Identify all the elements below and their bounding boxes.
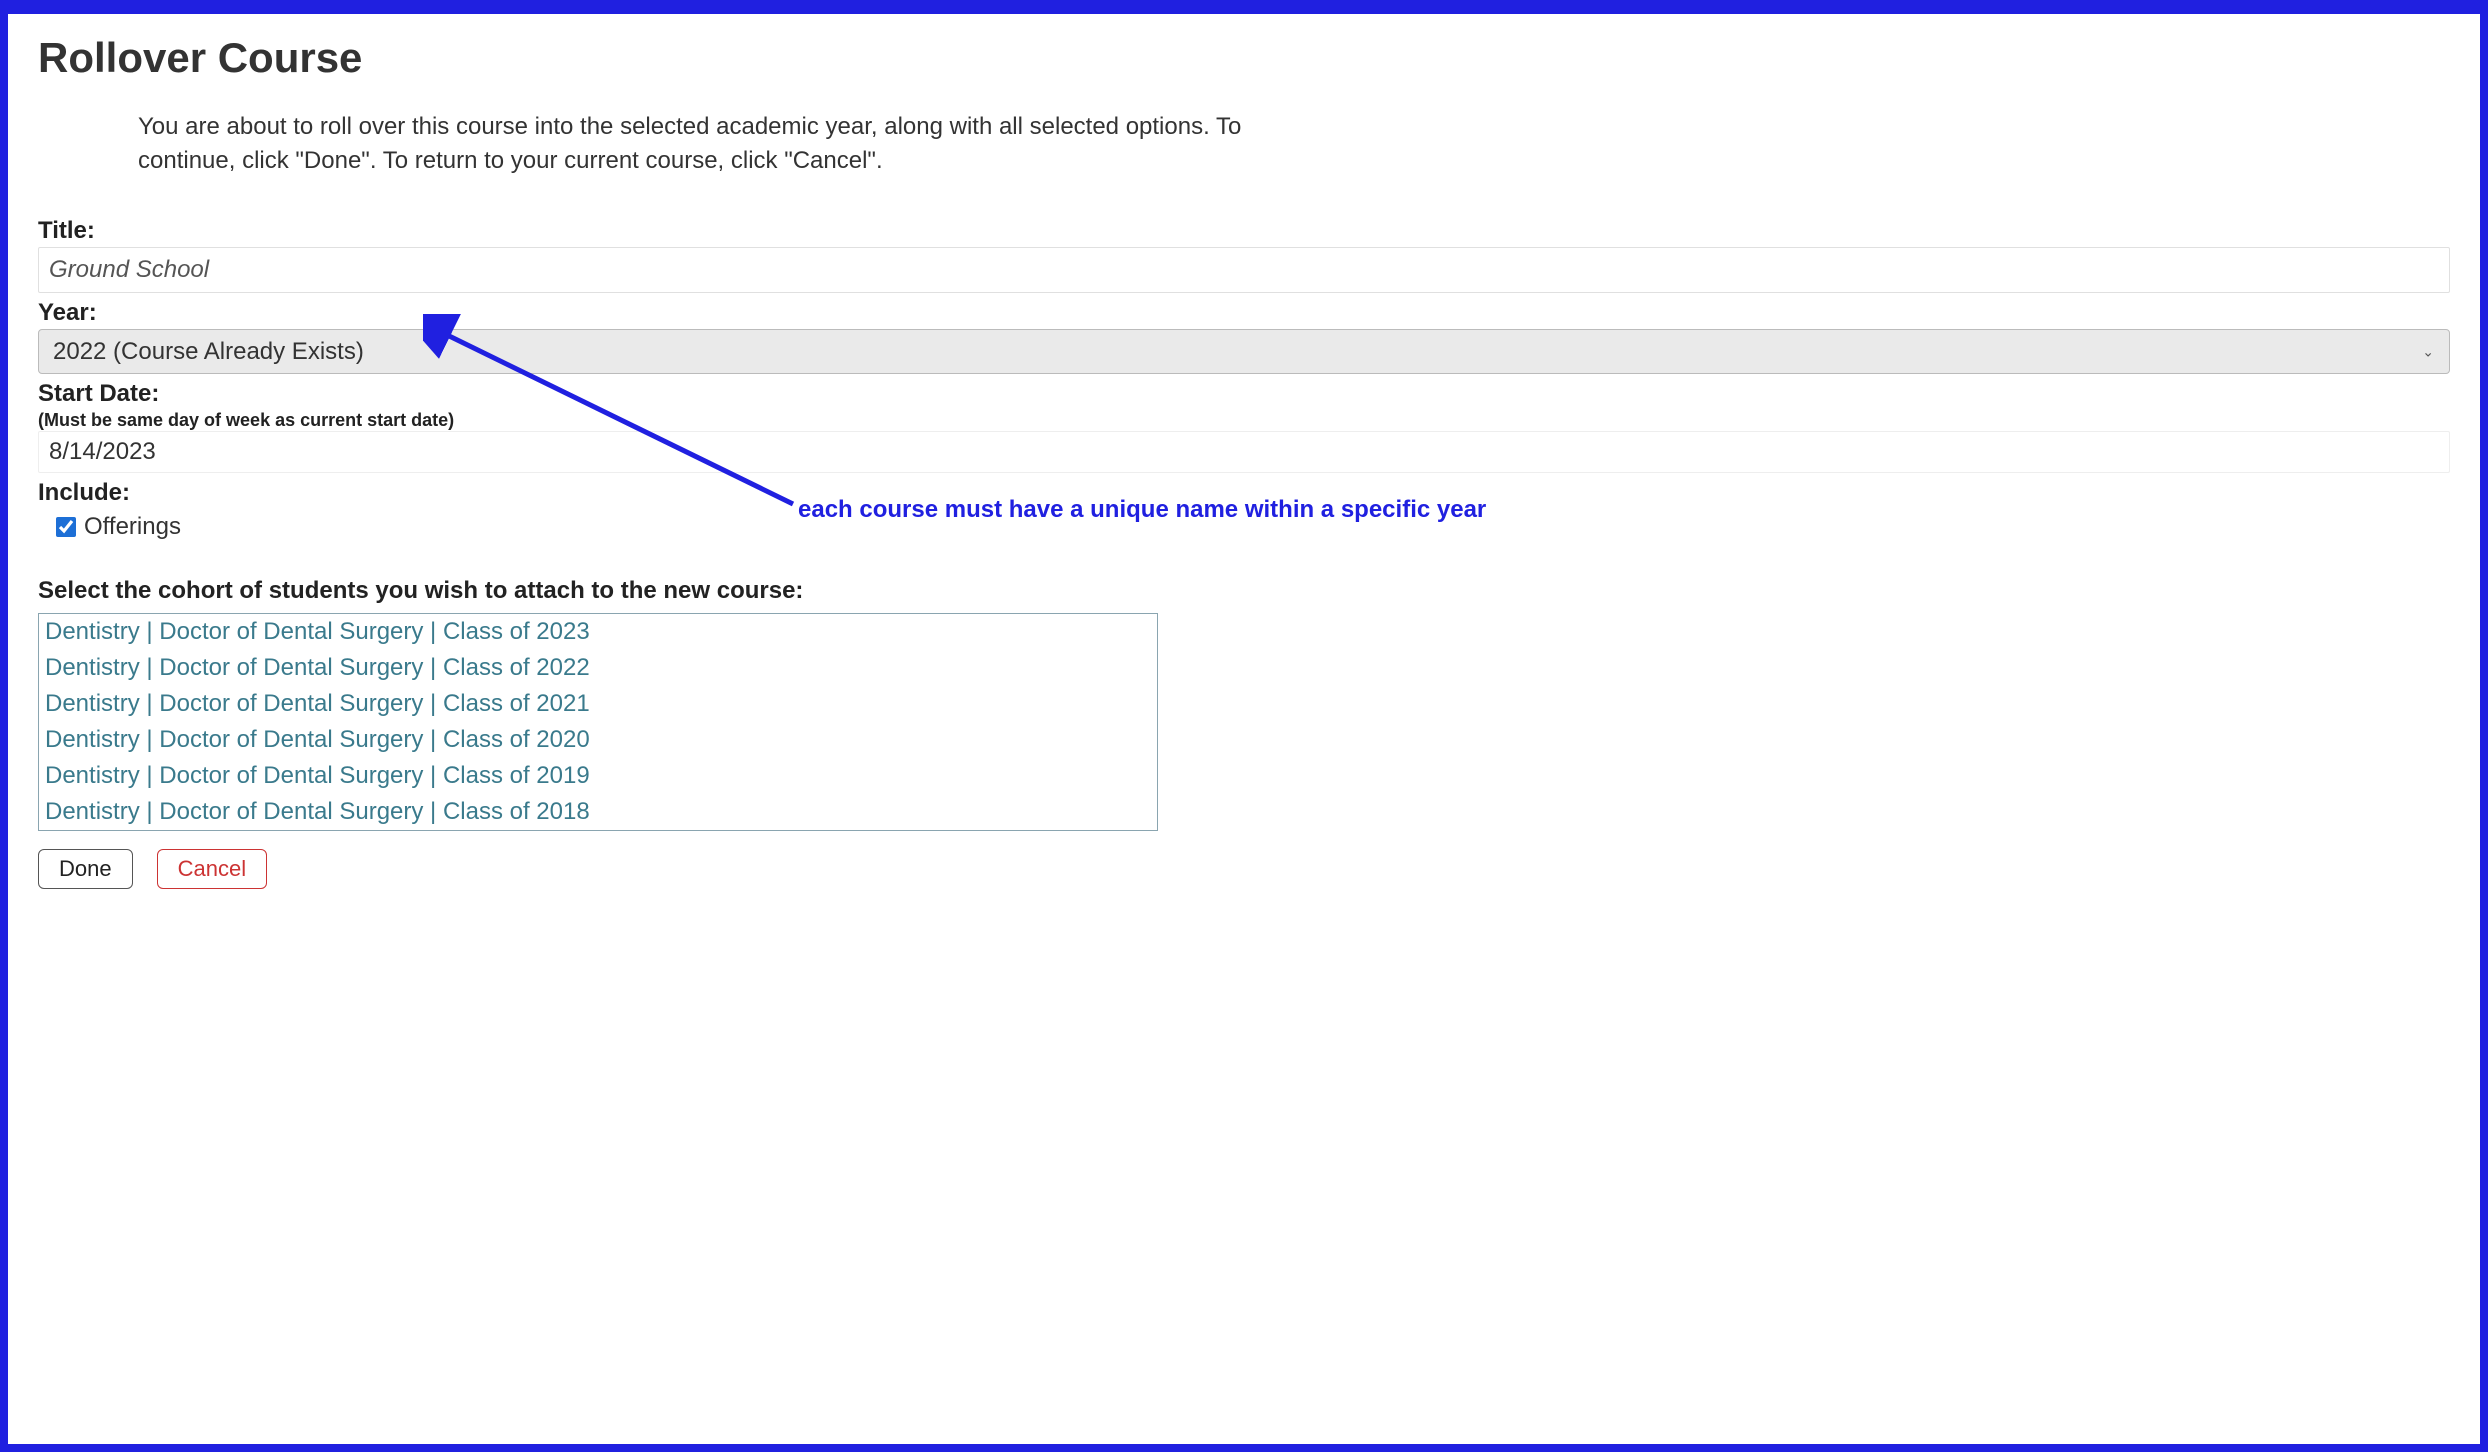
title-label: Title:: [38, 217, 2450, 245]
cohort-listbox[interactable]: Dentistry | Doctor of Dental Surgery | C…: [38, 613, 1158, 831]
start-date-hint: (Must be same day of week as current sta…: [38, 410, 2450, 431]
cohort-item[interactable]: Dentistry | Doctor of Dental Surgery | C…: [39, 758, 1157, 794]
cohort-item[interactable]: Dentistry | Doctor of Dental Surgery | C…: [39, 614, 1157, 650]
cohort-heading: Select the cohort of students you wish t…: [38, 577, 2450, 605]
cohort-item[interactable]: Dentistry | Doctor of Dental Surgery | C…: [39, 686, 1157, 722]
title-input[interactable]: [38, 247, 2450, 293]
annotation-text: each course must have a unique name with…: [798, 496, 1486, 524]
year-select[interactable]: 2022 (Course Already Exists): [38, 329, 2450, 374]
page-title: Rollover Course: [38, 34, 2450, 82]
start-date-field-group: Start Date: (Must be same day of week as…: [38, 380, 2450, 473]
intro-text: You are about to roll over this course i…: [138, 110, 1338, 177]
year-field-group: Year: 2022 (Course Already Exists) ⌄: [38, 299, 2450, 374]
start-date-label: Start Date:: [38, 380, 2450, 408]
offerings-checkbox[interactable]: [56, 517, 76, 537]
year-label: Year:: [38, 299, 2450, 327]
button-row: Done Cancel: [38, 849, 2450, 889]
cancel-button[interactable]: Cancel: [157, 849, 267, 889]
cohort-item[interactable]: Dentistry | Doctor of Dental Surgery | C…: [39, 794, 1157, 830]
done-button[interactable]: Done: [38, 849, 133, 889]
cohort-item[interactable]: Dentistry | Doctor of Dental Surgery | C…: [39, 722, 1157, 758]
start-date-input[interactable]: [38, 431, 2450, 473]
rollover-course-panel: Rollover Course You are about to roll ov…: [0, 0, 2488, 1452]
title-field-group: Title:: [38, 217, 2450, 293]
cohort-item[interactable]: Dentistry | Doctor of Dental Surgery | C…: [39, 650, 1157, 686]
offerings-label: Offerings: [84, 513, 181, 541]
